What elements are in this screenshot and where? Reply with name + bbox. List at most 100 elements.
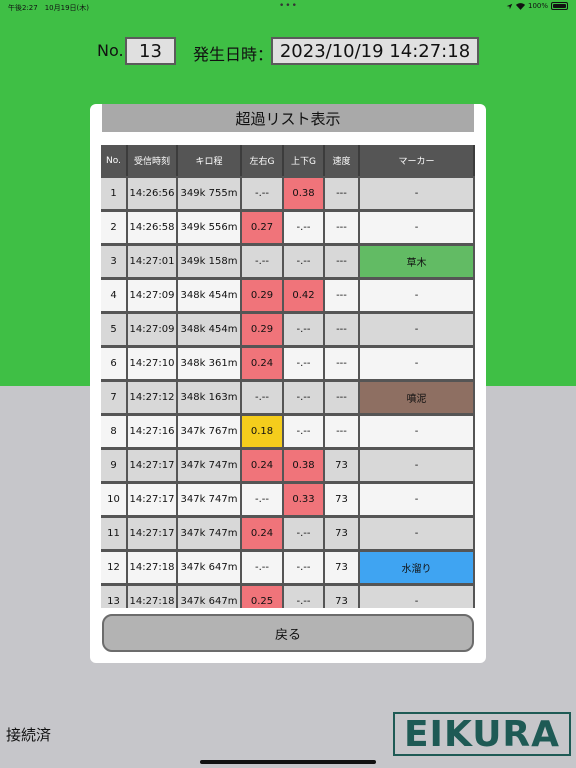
cell-lr-g: -.-- [242, 484, 282, 515]
cell-speed: --- [325, 212, 358, 243]
cell-kilo: 347k 647m [178, 586, 240, 608]
column-header-marker: マーカー [360, 145, 475, 176]
cell-kilo: 349k 158m [178, 246, 240, 277]
cell-kilo: 349k 556m [178, 212, 240, 243]
cell-time: 14:27:17 [128, 484, 176, 515]
cell-time: 14:27:17 [128, 518, 176, 549]
cell-kilo: 347k 647m [178, 552, 240, 583]
cell-speed: 73 [325, 450, 358, 481]
logo-text: EIKURA [403, 713, 561, 755]
table-row[interactable]: 9 14:27:17 347k 747m 0.24 0.38 73- [101, 448, 475, 482]
table-row[interactable]: 6 14:27:10 348k 361m 0.24 -.-- --- - [101, 346, 475, 380]
cell-lr-g: 0.24 [242, 348, 282, 379]
table-row[interactable]: 5 14:27:09 348k 454m 0.29 -.-- --- - [101, 312, 475, 346]
table-row[interactable]: 8 14:27:16 347k 767m 0.18 -.-- --- - [101, 414, 475, 448]
cell-no: 2 [101, 212, 126, 243]
exceedance-table[interactable]: No. 受信時刻 キロ程 左右G 上下G 速度 マーカー 1 14:26:56 349k 755m… [101, 145, 475, 608]
home-indicator[interactable] [200, 760, 376, 764]
cell-marker: - [360, 314, 473, 345]
cell-no: 12 [101, 552, 126, 583]
cell-time: 14:27:16 [128, 416, 176, 447]
column-header-time: 受信時刻 [128, 145, 178, 176]
status-time-date: 午後2:27 10月19日(木) [8, 4, 89, 12]
cell-lr-g: -.-- [242, 552, 282, 583]
cell-no: 10 [101, 484, 126, 515]
cell-marker: - [360, 450, 473, 481]
table-row[interactable]: 12 14:27:18 347k 647m -.-- -.-- 73 水溜り [101, 550, 475, 584]
cell-lr-g: -.-- [242, 382, 282, 413]
cell-lr-g: -.-- [242, 178, 282, 209]
cell-kilo: 347k 747m [178, 484, 240, 515]
cell-speed: 73 [325, 484, 358, 515]
cell-ud-g: -.-- [284, 552, 323, 583]
table-row[interactable]: 7 14:27:12 348k 163m -.-- -.-- --- 噴泥 [101, 380, 475, 414]
cell-marker: 噴泥 [360, 382, 473, 413]
cell-lr-g: 0.24 [242, 518, 282, 549]
cell-time: 14:27:01 [128, 246, 176, 277]
cell-kilo: 348k 361m [178, 348, 240, 379]
datetime-label: 発生日時： [193, 45, 274, 64]
cell-marker: - [360, 586, 473, 608]
cell-ud-g: -.-- [284, 518, 323, 549]
battery-percent: 100% [527, 2, 548, 10]
column-header-no: No. [101, 145, 128, 176]
cell-speed: 73 [325, 552, 358, 583]
cell-speed: --- [325, 382, 358, 413]
table-header: No. 受信時刻 キロ程 左右G 上下G 速度 マーカー [101, 145, 475, 176]
status-right: 100% [506, 2, 568, 10]
cell-ud-g: -.-- [284, 586, 323, 608]
cell-marker: 水溜り [360, 552, 473, 583]
cell-time: 14:26:58 [128, 212, 176, 243]
multitasking-dots[interactable]: ••• [279, 1, 298, 11]
back-button[interactable]: 戻る [102, 614, 474, 652]
location-arrow-icon [506, 3, 513, 9]
cell-lr-g: 0.27 [242, 212, 282, 243]
column-header-speed: 速度 [325, 145, 360, 176]
cell-speed: --- [325, 246, 358, 277]
cell-speed: 73 [325, 586, 358, 608]
column-header-kilo: キロ程 [178, 145, 242, 176]
cell-speed: 73 [325, 518, 358, 549]
table-row[interactable]: 4 14:27:09 348k 454m 0.29 0.42 --- - [101, 278, 475, 312]
cell-kilo: 347k 747m [178, 518, 240, 549]
cell-no: 8 [101, 416, 126, 447]
table-row[interactable]: 1 14:26:56 349k 755m -.-- 0.38 --- - [101, 176, 475, 210]
cell-ud-g: -.-- [284, 314, 323, 345]
cell-speed: --- [325, 280, 358, 311]
column-header-ud-g: 上下G [284, 145, 325, 176]
connection-status: 接続済 [6, 726, 52, 744]
table-row[interactable]: 11 14:27:17 347k 747m 0.24 -.-- 73- [101, 516, 475, 550]
cell-no: 3 [101, 246, 126, 277]
cell-no: 5 [101, 314, 126, 345]
cell-lr-g: -.-- [242, 246, 282, 277]
cell-kilo: 349k 755m [178, 178, 240, 209]
cell-speed: --- [325, 178, 358, 209]
cell-kilo: 348k 454m [178, 280, 240, 311]
table-row[interactable]: 2 14:26:58 349k 556m 0.27 -.-- --- - [101, 210, 475, 244]
cell-lr-g: 0.29 [242, 314, 282, 345]
cell-marker: - [360, 212, 473, 243]
cell-time: 14:26:56 [128, 178, 176, 209]
cell-marker: 草木 [360, 246, 473, 277]
cell-no: 1 [101, 178, 126, 209]
cell-kilo: 348k 454m [178, 314, 240, 345]
cell-time: 14:27:18 [128, 586, 176, 608]
status-bar: 午後2:27 10月19日(木) ••• 100% [0, 0, 576, 14]
cell-time: 14:27:17 [128, 450, 176, 481]
cell-marker: - [360, 518, 473, 549]
cell-no: 13 [101, 586, 126, 608]
cell-marker: - [360, 416, 473, 447]
table-row[interactable]: 10 14:27:17 347k 747m -.-- 0.33 73- [101, 482, 475, 516]
modal-title: 超過リスト表示 [102, 104, 474, 132]
no-label: No. [97, 41, 124, 60]
cell-time: 14:27:09 [128, 314, 176, 345]
cell-marker: - [360, 484, 473, 515]
table-row[interactable]: 3 14:27:01 349k 158m -.-- -.-- --- 草木 [101, 244, 475, 278]
cell-kilo: 348k 163m [178, 382, 240, 413]
cell-marker: - [360, 280, 473, 311]
table-row[interactable]: 13 14:27:18 347k 647m 0.25 -.-- 73- [101, 584, 475, 608]
cell-time: 14:27:18 [128, 552, 176, 583]
no-value-box: 13 [125, 37, 176, 65]
cell-ud-g: 0.38 [284, 178, 323, 209]
cell-ud-g: -.-- [284, 348, 323, 379]
